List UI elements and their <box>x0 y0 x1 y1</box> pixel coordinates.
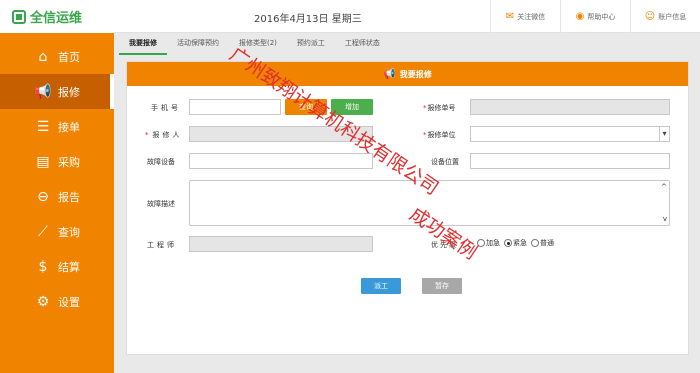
tab-dispatch[interactable]: 预约派工 <box>287 35 335 55</box>
sidebar-item-label: 报告 <box>58 190 80 204</box>
priority-radio-urgent[interactable] <box>477 239 485 247</box>
sidebar: ⌂ 首页 📢 报修 ☰ 接单 ▤ 采购 ⊖ 报告 ⟋ 查询 $ 结算 ⚙ 设置 <box>0 33 114 373</box>
cart-icon: ▤ <box>36 153 50 170</box>
sidebar-item-purchase[interactable]: ▤ 采购 <box>0 144 114 179</box>
description-textarea[interactable]: ^ v <box>189 180 670 226</box>
priority-option-label: 加急 <box>486 239 500 247</box>
gear-icon: ⚙ <box>36 293 50 310</box>
location-input[interactable] <box>470 153 670 169</box>
report-icon: ⊖ <box>37 188 49 205</box>
priority-radio-normal[interactable] <box>531 239 539 247</box>
sidebar-item-settings[interactable]: ⚙ 设置 <box>0 284 114 319</box>
repair-no-field <box>470 99 670 115</box>
top-bar: 2016年4月13日 星期三 ✉ 关注微信 ◉ 帮助中心 ☺ 账户信息 <box>114 0 700 33</box>
sidebar-item-home[interactable]: ⌂ 首页 <box>0 39 114 74</box>
user-icon: ☺ <box>644 11 656 22</box>
megaphone-icon: 📢 <box>34 83 52 100</box>
dispatch-button[interactable]: 派工 <box>361 278 401 294</box>
reporter-field <box>189 126 373 142</box>
tab-event-booking[interactable]: 活动保障预约 <box>167 35 229 55</box>
form-row-phone: 手机号 查询 增加 *报修单号 <box>127 99 690 117</box>
priority-option-label: 普通 <box>540 239 554 247</box>
panel-header: 📢 我要报修 <box>127 62 688 86</box>
logo-icon <box>12 9 26 24</box>
tab-my-repair[interactable]: 我要报修 <box>119 35 167 55</box>
form-row-reporter: *报修人 *报修单位 ▾ <box>127 126 690 144</box>
sidebar-item-label: 结算 <box>58 260 80 274</box>
repair-no-label: *报修单号 <box>423 104 456 112</box>
app-logo: 全信运维 <box>0 0 114 33</box>
sidebar-item-label: 报修 <box>58 85 80 99</box>
dollar-icon: $ <box>38 258 48 275</box>
device-label: 故障设备 <box>147 158 175 166</box>
current-date: 2016年4月13日 星期三 <box>254 14 362 25</box>
chevron-down-icon: ▾ <box>659 127 669 141</box>
panel-title: 我要报修 <box>399 69 432 79</box>
priority-option-label: 紧急 <box>513 239 527 247</box>
sidebar-item-label: 采购 <box>58 155 80 169</box>
scroll-up-icon[interactable]: ^ <box>661 183 667 191</box>
wechat-button[interactable]: ✉ 关注微信 <box>490 0 560 33</box>
sidebar-item-label: 首页 <box>58 50 80 64</box>
save-draft-button[interactable]: 暂存 <box>422 278 462 294</box>
tab-engineer-status[interactable]: 工程师状态 <box>335 35 390 55</box>
sidebar-item-query[interactable]: ⟋ 查询 <box>0 214 114 249</box>
priority-radio-group: 加急 紧急 普通 <box>477 238 558 248</box>
megaphone-icon: 📢 <box>383 68 396 80</box>
repair-form-panel: 📢 我要报修 手机号 查询 增加 *报修单号 *报修人 *报修单位 ▾ 故障设备… <box>126 61 689 355</box>
add-button[interactable]: 增加 <box>331 99 373 115</box>
query-button[interactable]: 查询 <box>285 99 327 115</box>
tab-repair-type[interactable]: 报修类型(2) <box>229 35 287 55</box>
form-row-device: 故障设备 设备位置 <box>127 153 690 171</box>
phone-label: 手机号 <box>151 104 181 112</box>
unit-select[interactable]: ▾ <box>470 126 670 142</box>
chart-icon: ⟋ <box>38 223 48 240</box>
priority-label: 优先级 <box>431 241 458 249</box>
account-button[interactable]: ☺ 账户信息 <box>630 0 700 33</box>
phone-input[interactable] <box>189 99 281 115</box>
top-actions: ✉ 关注微信 ◉ 帮助中心 ☺ 账户信息 <box>490 0 700 33</box>
sidebar-item-label: 接单 <box>58 120 80 134</box>
help-center-label: 帮助中心 <box>587 12 616 21</box>
wechat-icon: ✉ <box>505 11 515 22</box>
account-label: 账户信息 <box>658 12 687 21</box>
reporter-label: *报修人 <box>145 131 183 139</box>
sidebar-item-report[interactable]: ⊖ 报告 <box>0 179 114 214</box>
engineer-label: 工程师 <box>147 241 177 249</box>
wechat-label: 关注微信 <box>517 12 546 21</box>
sidebar-item-repair[interactable]: 📢 报修 <box>0 74 114 109</box>
sidebar-item-settlement[interactable]: $ 结算 <box>0 249 114 284</box>
scroll-down-icon[interactable]: v <box>663 215 667 223</box>
help-center-button[interactable]: ◉ 帮助中心 <box>560 0 630 33</box>
tab-bar: 我要报修 活动保障预约 报修类型(2) 预约派工 工程师状态 <box>119 35 390 55</box>
sidebar-item-orders[interactable]: ☰ 接单 <box>0 109 114 144</box>
logo-text: 全信运维 <box>30 11 83 26</box>
description-label: 故障描述 <box>147 200 175 208</box>
home-icon: ⌂ <box>38 48 48 65</box>
list-icon: ☰ <box>36 118 50 135</box>
sidebar-item-label: 查询 <box>58 225 80 239</box>
form-row-engineer: 工程师 优先级 <box>127 236 690 254</box>
eye-icon: ◉ <box>575 11 585 22</box>
location-label: 设备位置 <box>431 158 459 166</box>
device-input[interactable] <box>189 153 373 169</box>
priority-radio-emergency[interactable] <box>504 239 512 247</box>
engineer-field <box>189 236 373 252</box>
sidebar-item-label: 设置 <box>58 295 80 309</box>
unit-label: *报修单位 <box>423 131 456 139</box>
